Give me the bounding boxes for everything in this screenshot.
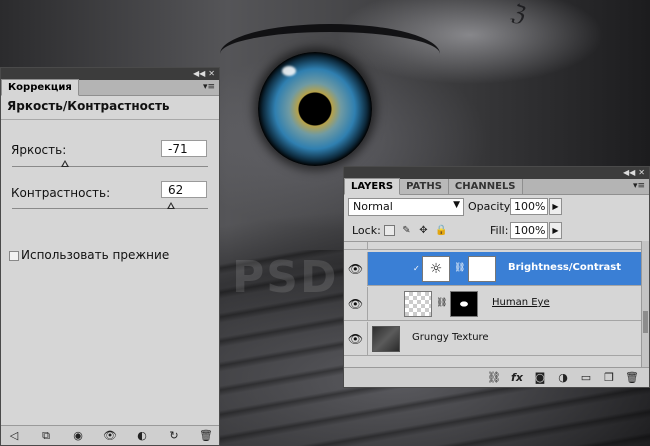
adjustments-tab-row: Коррекция ▾≡ (1, 79, 219, 96)
view-previous-state-icon[interactable]: ◐ (135, 429, 149, 442)
visibility-cell[interactable] (344, 242, 368, 250)
layer-row-grungy-texture[interactable]: 👁 Grungy Texture (344, 322, 642, 356)
add-mask-icon[interactable]: ◙ (533, 371, 547, 384)
lock-label: Lock: (352, 224, 381, 237)
layers-scrollbar[interactable] (641, 241, 649, 367)
fill-slider-button[interactable]: ▶ (549, 222, 562, 239)
fill-label: Fill: (490, 224, 509, 237)
tab-channels[interactable]: CHANNELS (448, 179, 523, 194)
trash-icon[interactable]: 🗑 (625, 371, 639, 384)
chevron-down-icon: ▼ (453, 200, 460, 210)
new-adjustment-icon[interactable]: ◑ (556, 371, 570, 384)
new-layer-icon[interactable]: ❐ (602, 371, 616, 384)
back-arrow-icon[interactable]: ◁ (7, 429, 21, 442)
adjustment-title: Яркость/Контрастность (1, 96, 219, 120)
tab-paths[interactable]: PATHS (400, 179, 449, 194)
eye-icon[interactable]: 👁 (344, 322, 368, 356)
layer-list: 👁 ✓ ☼ ⛓ Brightness/Contrast 👁 ⛓ Human Ey… (344, 241, 642, 367)
contrast-input[interactable]: 62 (161, 181, 207, 198)
layer-thumbnail (404, 291, 432, 317)
collapse-icon[interactable]: ◀◀ (193, 70, 205, 78)
blend-row: Normal ▼ Opacity: 100% ▶ (344, 195, 649, 219)
layer-row-human-eye[interactable]: 👁 ⛓ Human Eye (344, 287, 642, 321)
layers-tab-row: LAYERS PATHS CHANNELS ▾≡ (344, 178, 649, 195)
collapse-icon[interactable]: ◀◀ (623, 169, 635, 177)
lock-pixels-icon[interactable]: ✎ (401, 225, 412, 236)
tab-layers[interactable]: LAYERS (344, 178, 401, 195)
lock-transparency-icon[interactable] (384, 225, 395, 236)
link-chain-icon: ✓ (413, 264, 420, 273)
lock-row: Lock: ✎ ✥ 🔒 Fill: 100% ▶ (344, 219, 649, 243)
contrast-slider-thumb[interactable] (166, 202, 175, 209)
adjustments-panel: ◀◀ ✕ Коррекция ▾≡ Яркость/Контрастность … (0, 67, 220, 446)
tab-adjustments[interactable]: Коррекция (1, 79, 79, 96)
layer-row-brightness-contrast[interactable]: 👁 ✓ ☼ ⛓ Brightness/Contrast (344, 252, 642, 286)
fx-icon[interactable]: fx (510, 371, 524, 384)
use-legacy-checkbox[interactable] (9, 251, 19, 261)
layer-name[interactable]: Human Eye (492, 297, 550, 308)
layer-visibility-mask-icon[interactable]: ◉ (71, 429, 85, 442)
contrast-slider-track[interactable] (12, 208, 208, 209)
panel-menu-icon[interactable]: ▾≡ (203, 82, 215, 92)
link-icon[interactable]: ⛓ (487, 371, 501, 384)
opacity-input[interactable]: 100% (510, 198, 548, 215)
lock-position-icon[interactable]: ✥ (418, 225, 429, 236)
blend-mode-value: Normal (353, 200, 393, 213)
layers-panel: ◀◀ ✕ LAYERS PATHS CHANNELS ▾≡ Normal ▼ O… (343, 166, 650, 388)
eye-image (258, 52, 372, 166)
lock-all-icon[interactable]: 🔒 (435, 225, 447, 236)
fill-input[interactable]: 100% (510, 222, 548, 239)
brightness-slider-track[interactable] (12, 166, 208, 167)
watermark: PSD (232, 252, 339, 303)
trash-icon[interactable]: 🗑 (199, 429, 213, 442)
lock-icons: ✎ ✥ 🔒 (384, 225, 447, 236)
close-icon[interactable]: ✕ (208, 70, 215, 78)
opacity-slider-button[interactable]: ▶ (549, 198, 562, 215)
brightness-input[interactable]: -71 (161, 140, 207, 157)
layer-thumbnail (420, 241, 448, 242)
eye-icon[interactable]: 👁 (344, 287, 368, 321)
layer-row-partial[interactable] (344, 241, 642, 250)
close-icon[interactable]: ✕ (638, 169, 645, 177)
brightness-adjustment-icon: ☼ (422, 256, 450, 282)
blend-mode-select[interactable]: Normal ▼ (348, 198, 464, 216)
eye-icon[interactable]: 👁 (344, 252, 368, 286)
panel-menu-icon[interactable]: ▾≡ (633, 181, 645, 191)
contrast-label: Контрастность: (11, 186, 111, 200)
use-legacy-label: Использовать прежние (21, 248, 170, 262)
layer-name[interactable]: Grungy Texture (412, 332, 489, 343)
adjustments-footer: ◁ ⧉ ◉ 👁 ◐ ↻ 🗑 (1, 425, 219, 445)
new-group-icon[interactable]: ▭ (579, 371, 593, 384)
clip-to-layer-icon[interactable]: ⧉ (39, 429, 53, 443)
eye-icon[interactable]: 👁 (103, 429, 117, 442)
mask-link-icon: ⛓ (454, 263, 466, 273)
scrollbar-thumb[interactable] (643, 311, 648, 333)
layer-thumbnail (372, 326, 400, 352)
opacity-label: Opacity: (468, 200, 514, 213)
eye-glint (282, 66, 296, 76)
layer-name[interactable]: Brightness/Contrast (508, 262, 621, 273)
mask-thumbnail (468, 256, 496, 282)
reset-icon[interactable]: ↻ (167, 429, 181, 442)
mask-link-icon: ⛓ (436, 298, 448, 308)
brightness-slider-thumb[interactable] (60, 160, 69, 167)
mask-thumbnail (450, 291, 478, 317)
mask-thumbnail (470, 241, 498, 242)
layers-footer: ⛓ fx ◙ ◑ ▭ ❐ 🗑 (344, 367, 649, 387)
brightness-label: Яркость: (11, 143, 67, 157)
